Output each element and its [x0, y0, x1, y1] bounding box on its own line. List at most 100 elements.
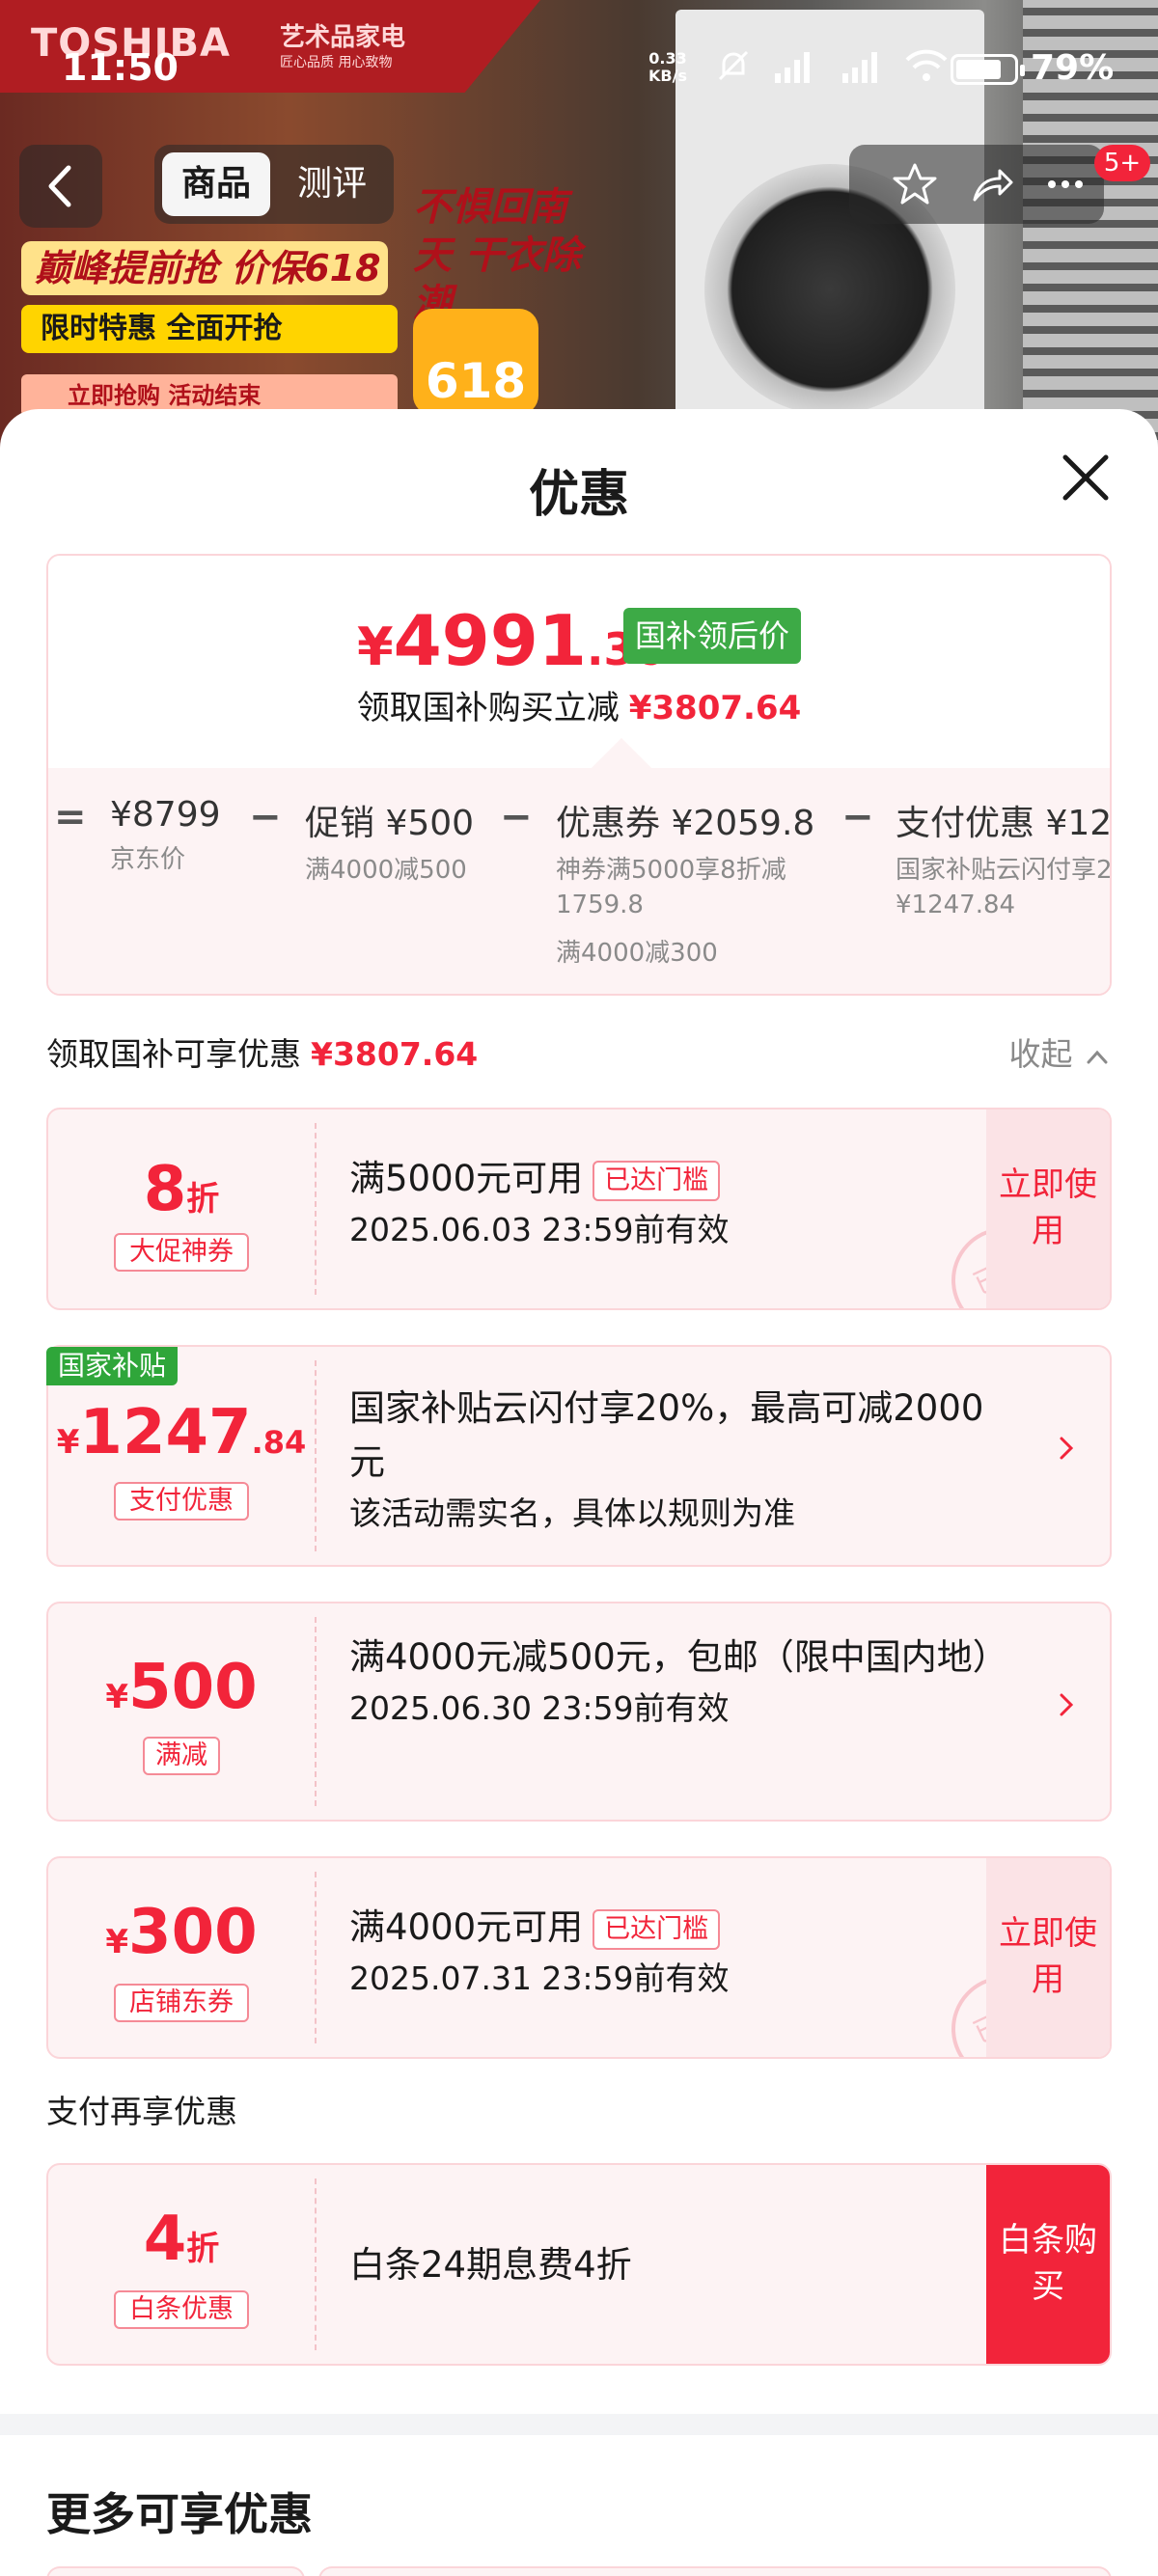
price-summary: ¥4991.36 国补领后价 领取国补购买立减¥3807.64 = ¥8799 …: [46, 554, 1112, 996]
coupon-value-num: 1247: [79, 1397, 252, 1468]
close-button[interactable]: [1052, 444, 1119, 511]
coupon-title: 满4000元减500元，包邮（限中国内地）: [349, 1636, 1008, 1678]
calc-sub: 京东价: [110, 845, 186, 874]
coupon-expiry: 2025.06.03 23:59前有效: [349, 1211, 730, 1248]
op-minus: −: [249, 795, 282, 839]
coupon-card[interactable]: ¥1247.84 支付优惠 国家补贴云闪付享20%，最高可减2000元 该活动需…: [46, 1345, 1112, 1567]
use-now-label: 立即使用: [999, 1165, 1097, 1250]
collapse-button[interactable]: 收起: [1009, 1028, 1113, 1075]
signal-icons: [714, 44, 950, 85]
op-equals: =: [54, 795, 87, 839]
op-minus: −: [841, 795, 874, 839]
op-minus: −: [500, 795, 533, 839]
calc-promotion: 促销 ¥500 满4000减500: [305, 795, 474, 888]
coupon-value-dec: .84: [251, 1424, 307, 1461]
detail-arrow[interactable]: [1056, 1432, 1075, 1471]
coupon-value-num: 300: [128, 1897, 258, 1968]
tab-product[interactable]: 商品: [162, 152, 270, 216]
page-actions: [849, 145, 1104, 224]
calc-label: 促销 ¥500: [305, 804, 475, 843]
calc-label: ¥8799: [110, 795, 221, 835]
detail-arrow[interactable]: [1056, 1688, 1075, 1728]
coupon-expiry: 2025.07.31 23:59前有效: [349, 1959, 730, 1997]
coupon-value-currency: ¥: [105, 1923, 129, 1961]
card-divider: [315, 1360, 317, 1551]
national-subsidy-badge: 国家补贴: [46, 1347, 179, 1385]
coupon-title: 满5000元可用: [349, 1158, 584, 1199]
calc-sub: 满4000减300: [556, 939, 718, 968]
payment-section-header: 支付再享优惠: [46, 2086, 1112, 2132]
use-now-button[interactable]: 立即使用: [986, 1858, 1110, 2057]
coupon-text: 满4000元可用 已达门槛 2025.07.31 23:59前有效: [349, 1901, 730, 2003]
promo-618-badge: 618: [413, 309, 538, 415]
net-speed-unit: KB/s: [648, 67, 687, 85]
calc-label: 支付优惠 ¥1247.84: [896, 804, 1112, 843]
coupon-card[interactable]: 8折 大促神券 满5000元可用 已达门槛 2025.06.03 23:59前有效…: [46, 1108, 1112, 1310]
coupon-value-num: 4: [143, 2204, 187, 2275]
page-tabs: 商品 测评: [154, 145, 394, 224]
coupon-value-num: 8: [143, 1154, 187, 1225]
more-discounts-title: 更多可享优惠: [46, 2488, 313, 2540]
promo-slogan: 不惧回南天 干衣除潮: [413, 185, 581, 326]
sheet-title: 优惠: [528, 466, 629, 524]
coupon-tag: 大促神券: [114, 1233, 249, 1272]
calc-sub: ¥1247.84: [896, 891, 1016, 919]
clock: 11:50: [62, 46, 179, 89]
baitiao-buy-button[interactable]: 白条购买: [986, 2165, 1110, 2364]
final-price: ¥4991.36: [357, 600, 665, 681]
net-speed: 0.33 KB/s: [648, 50, 687, 85]
promo-limited: 限时特惠 全面开抢: [21, 305, 398, 353]
net-speed-value: 0.33: [648, 49, 687, 68]
coupon-value-currency: ¥: [105, 1678, 129, 1716]
calc-sub: 满4000减500: [305, 856, 467, 885]
coupon-value-unit: 折: [186, 2230, 220, 2268]
coupon-text: 满4000元减500元，包邮（限中国内地） 2025.06.30 23:59前有…: [349, 1631, 1008, 1733]
save-label: 领取国补购买立减: [356, 689, 620, 727]
star-icon: [893, 163, 937, 205]
favorite-button[interactable]: [884, 154, 946, 214]
close-icon: [1062, 454, 1109, 501]
coupon-title: 满4000元可用: [349, 1906, 584, 1948]
status-bar: 11:50 0.33 KB/s 79%: [0, 0, 1158, 135]
cell-signal-2-icon: [841, 52, 877, 83]
card-divider: [315, 1123, 317, 1295]
section-label: 支付再享优惠: [46, 2093, 237, 2130]
coupon-value-unit: 折: [186, 1180, 220, 1219]
coupon-value: 8折: [48, 1154, 315, 1225]
coupon-title: 国家补贴云闪付享20%，最高可减2000元: [349, 1387, 984, 1483]
calc-label: 优惠券 ¥2059.8: [556, 804, 815, 843]
coupon-value: 4折: [48, 2204, 315, 2275]
subsidy-section-header: 领取国补可享优惠 ¥3807.64 收起: [46, 1028, 1112, 1075]
collapse-label: 收起: [1008, 1035, 1073, 1073]
coupon-card[interactable]: ¥300 店铺东券 满4000元可用 已达门槛 2025.07.31 23:59前…: [46, 1856, 1112, 2059]
payment-coupon-card[interactable]: 4折 白条优惠 白条24期息费4折 白条购买: [46, 2163, 1112, 2366]
use-now-button[interactable]: 立即使用: [986, 1110, 1110, 1308]
card-divider: [315, 2179, 317, 2350]
calc-coupon: 优惠券 ¥2059.8 神券满5000享8折减 1759.8 满4000减300: [556, 795, 814, 971]
more-dots-icon: [1048, 180, 1083, 188]
next-card-peek: [318, 2566, 1112, 2576]
coupon-expiry: 2025.06.30 23:59前有效: [349, 1689, 730, 1727]
tab-review[interactable]: 测评: [280, 152, 384, 216]
use-now-label: 立即使用: [999, 1914, 1097, 1999]
mute-bell-icon: [718, 50, 749, 81]
chevron-left-icon: [48, 165, 71, 207]
save-line: 领取国补购买立减 ¥3807.64: [48, 681, 1110, 728]
coupon-value: ¥300: [48, 1897, 315, 1968]
share-button[interactable]: [961, 154, 1023, 214]
coupon-card[interactable]: ¥500 满减 满4000元减500元，包邮（限中国内地） 2025.06.30…: [46, 1602, 1112, 1822]
wifi-icon: [905, 49, 948, 81]
more-button[interactable]: [1034, 154, 1096, 214]
save-amount: ¥3807.64: [628, 689, 802, 727]
back-button[interactable]: [19, 145, 102, 228]
section-amount: ¥3807.64: [311, 1035, 479, 1073]
threshold-badge: 已达门槛: [593, 1160, 721, 1201]
calc-payment: 支付优惠 ¥1247.84 国家补贴云闪付享20% ¥1247.84: [896, 795, 1112, 922]
baitiao-buy-label: 白条购买: [999, 2221, 1097, 2306]
section-label: 领取国补可享优惠: [46, 1035, 301, 1073]
coupon-value: ¥500: [48, 1652, 315, 1723]
coupon-tag: 白条优惠: [114, 2290, 249, 2329]
calc-sub: 1759.8: [556, 891, 644, 919]
card-divider: [315, 1617, 317, 1806]
calc-sub: 国家补贴云闪付享20%: [896, 856, 1112, 885]
